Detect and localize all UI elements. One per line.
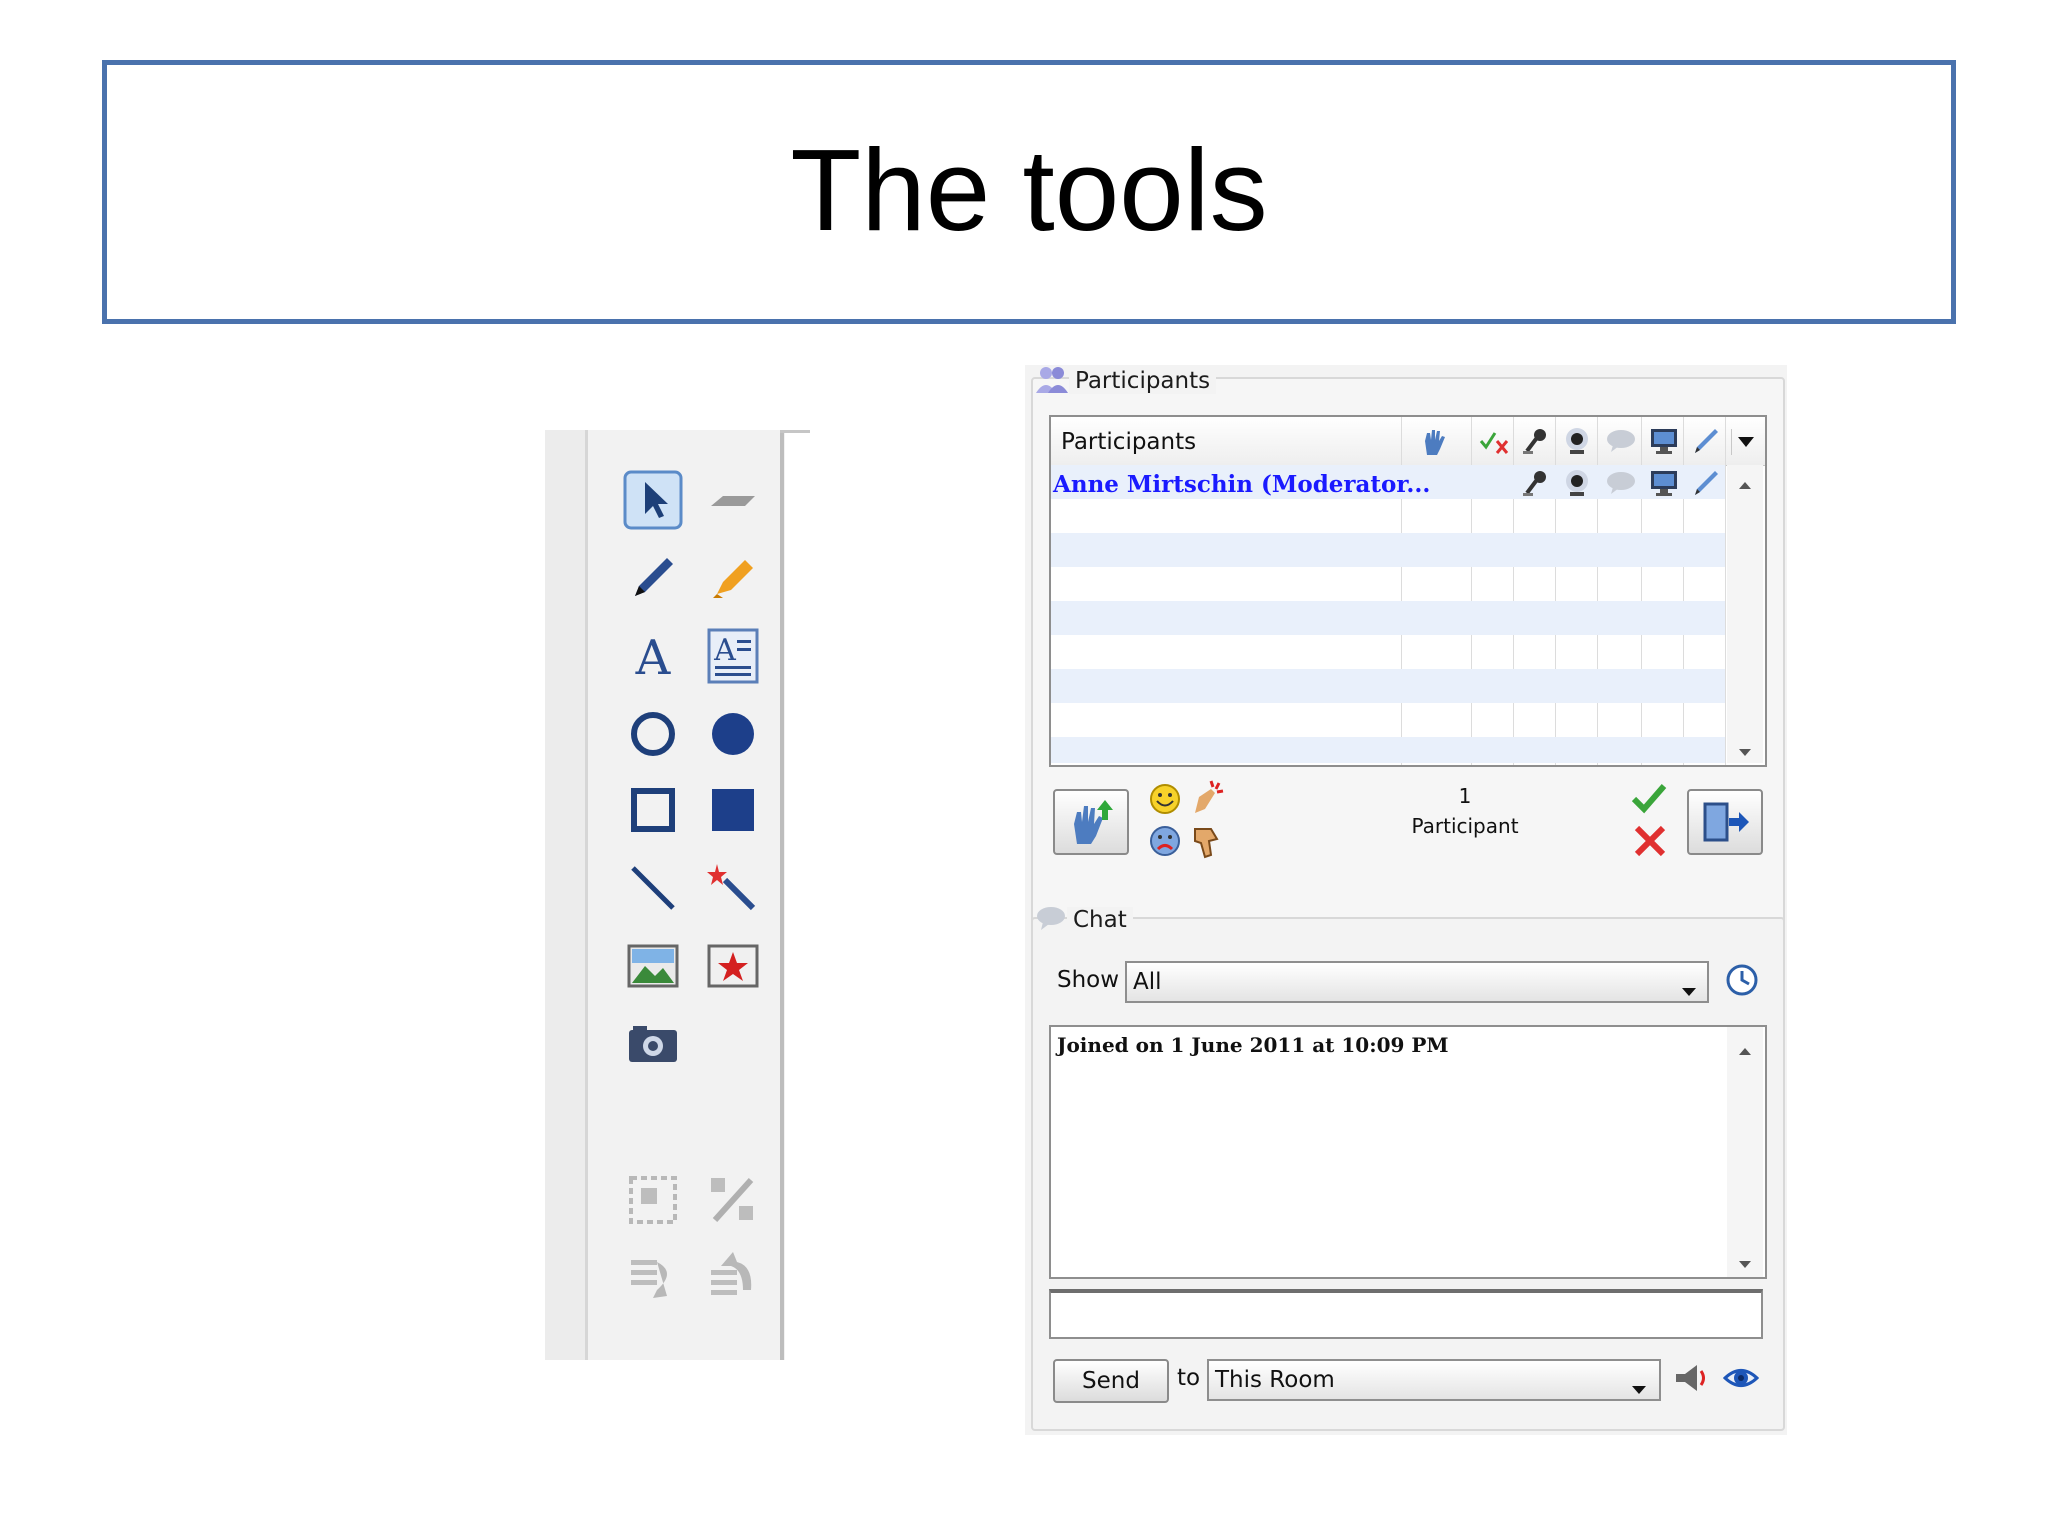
raise-hand-button[interactable]: [1053, 789, 1129, 855]
table-row: [1051, 669, 1725, 703]
participant-name[interactable]: Anne Mirtschin (Moderator...: [1053, 471, 1430, 498]
show-filter-value: All: [1133, 969, 1162, 995]
scroll-up-icon[interactable]: [1737, 475, 1753, 494]
redo-icon[interactable]: [703, 1246, 763, 1306]
text-icon[interactable]: A: [623, 626, 683, 686]
chat-section-title: Chat: [1067, 907, 1133, 933]
participants-scrollbar[interactable]: [1727, 465, 1763, 763]
applause-icon[interactable]: [1189, 779, 1225, 819]
send-button[interactable]: Send: [1053, 1359, 1169, 1403]
chat-section-header: Chat: [1035, 905, 1133, 935]
table-row: [1051, 737, 1725, 763]
participant-whiteboard-icon[interactable]: [1691, 469, 1719, 501]
participant-screen-icon[interactable]: [1649, 469, 1679, 501]
circle-filled-icon[interactable]: [703, 704, 763, 764]
table-row: [1051, 601, 1725, 635]
megaphone-icon[interactable]: [1673, 1361, 1709, 1399]
participant-count: 1: [1458, 784, 1472, 808]
image-icon[interactable]: [623, 936, 683, 996]
chat-message-input[interactable]: [1049, 1289, 1763, 1339]
screen-share-column-icon[interactable]: [1649, 427, 1679, 459]
disagree-cross-icon[interactable]: [1633, 825, 1667, 861]
participants-section-header: Participants: [1035, 365, 1217, 397]
participant-chat-icon[interactable]: [1605, 471, 1637, 499]
svg-text:A: A: [713, 633, 736, 668]
table-row: [1051, 703, 1725, 737]
participant-count-label: Participant: [1411, 814, 1519, 838]
table-row: [1051, 499, 1725, 533]
slide-title: The tools: [790, 125, 1268, 255]
toolbar-left-edge: [545, 430, 588, 1360]
yes-no-column-icon[interactable]: [1479, 429, 1511, 459]
columns-dropdown-icon[interactable]: [1731, 429, 1760, 455]
table-row: [1051, 533, 1725, 567]
chat-bubble-icon: [1035, 905, 1067, 935]
eraser-icon[interactable]: [703, 470, 763, 530]
participants-section-title: Participants: [1069, 368, 1217, 394]
circle-outline-icon[interactable]: [623, 704, 683, 764]
participant-webcam-icon[interactable]: [1563, 469, 1591, 501]
microphone-column-icon[interactable]: [1521, 427, 1549, 459]
chat-column-icon[interactable]: [1605, 429, 1637, 457]
magic-wand-icon[interactable]: [703, 858, 763, 918]
scroll-up-icon[interactable]: [1737, 1041, 1753, 1060]
selection-icon[interactable]: [623, 1170, 683, 1230]
eye-icon[interactable]: [1722, 1363, 1760, 1397]
square-outline-icon[interactable]: [623, 780, 683, 840]
participant-microphone-icon[interactable]: [1521, 469, 1549, 501]
drawing-toolbar: A A: [545, 430, 810, 1360]
people-icon: [1035, 365, 1069, 397]
percent-icon[interactable]: [703, 1170, 763, 1230]
participants-column-header[interactable]: Participants: [1061, 429, 1196, 455]
chat-message: Joined on 1 June 2011 at 10:09 PM: [1057, 1033, 1449, 1057]
chevron-down-icon: [1681, 977, 1697, 1003]
raise-hand-column-icon[interactable]: [1419, 427, 1449, 459]
square-filled-icon[interactable]: [703, 780, 763, 840]
collaboration-panel: Participants Participants Anne Mirtschin…: [1025, 365, 1787, 1435]
pen-icon[interactable]: [623, 548, 683, 608]
show-label: Show: [1057, 967, 1120, 993]
text-box-icon[interactable]: A: [703, 626, 763, 686]
chevron-down-icon: [1631, 1375, 1647, 1401]
recipient-value: This Room: [1215, 1367, 1335, 1393]
smiley-sad-icon[interactable]: [1149, 825, 1181, 861]
table-row: [1051, 635, 1725, 669]
svg-text:A: A: [635, 630, 672, 686]
participants-list: Participants Anne Mirtschin (Moderator..…: [1049, 415, 1767, 767]
chat-scrollbar[interactable]: [1727, 1027, 1763, 1277]
undo-icon[interactable]: [623, 1246, 683, 1306]
webcam-column-icon[interactable]: [1563, 427, 1591, 459]
chat-log[interactable]: Joined on 1 June 2011 at 10:09 PM: [1049, 1025, 1767, 1279]
highlighter-icon[interactable]: [703, 548, 763, 608]
smiley-happy-icon[interactable]: [1149, 783, 1181, 819]
camera-icon[interactable]: [623, 1014, 683, 1074]
scroll-down-icon[interactable]: [1737, 743, 1753, 762]
raise-hand-icon: [1074, 800, 1113, 844]
leave-room-button[interactable]: [1687, 789, 1763, 855]
toolbar-top-cap: [780, 430, 810, 433]
select-arrow-icon[interactable]: [623, 470, 683, 530]
scroll-down-icon[interactable]: [1737, 1255, 1753, 1274]
participant-count-block: 1 Participant: [1365, 781, 1565, 841]
show-filter-select[interactable]: All: [1125, 961, 1709, 1003]
stamp-icon[interactable]: [703, 936, 763, 996]
line-icon[interactable]: [623, 858, 683, 918]
toolbar-right-edge: [780, 430, 784, 1360]
to-label: to: [1177, 1365, 1201, 1391]
table-row: [1051, 567, 1725, 601]
whiteboard-column-icon[interactable]: [1691, 427, 1719, 459]
clock-icon[interactable]: [1725, 963, 1759, 1001]
agree-check-icon[interactable]: [1631, 783, 1667, 819]
exit-door-icon: [1703, 802, 1749, 842]
thumbs-down-icon[interactable]: [1191, 825, 1223, 863]
recipient-select[interactable]: This Room: [1207, 1359, 1661, 1401]
